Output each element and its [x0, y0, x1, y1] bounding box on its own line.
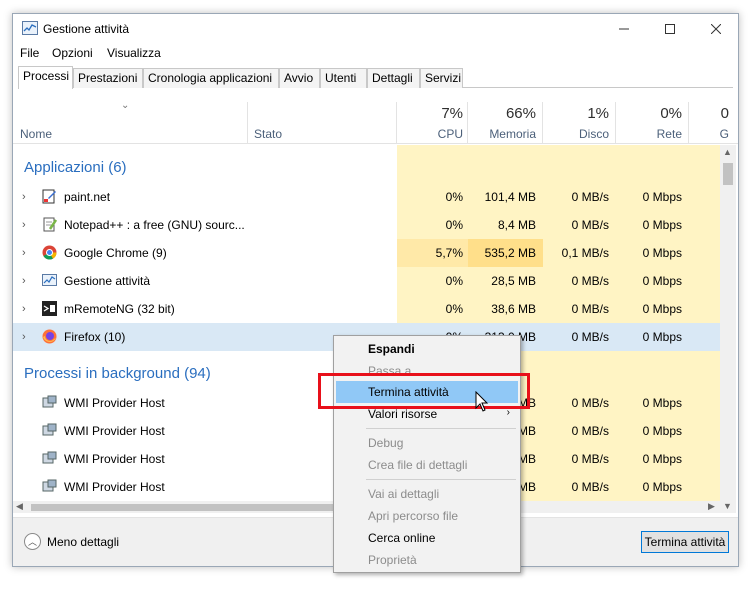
gpu-percent[interactable]: 0	[689, 105, 729, 122]
expand-chevron-icon[interactable]: ›	[22, 303, 26, 315]
wmi-host-icon	[42, 479, 57, 494]
scroll-right-icon[interactable]: ▶	[708, 501, 715, 512]
group-background: Processi in background (94)	[24, 365, 211, 382]
wmi-host-icon	[42, 423, 57, 438]
mouse-cursor-icon	[475, 391, 489, 412]
table-row[interactable]: › Gestione attività 0% 28,5 MB 0 MB/s 0 …	[13, 267, 720, 295]
paintnet-icon	[42, 189, 57, 204]
menu-go-to-details: Vai ai dettagli	[368, 487, 440, 501]
menu-options[interactable]: Opzioni	[52, 46, 93, 60]
menu-view[interactable]: Visualizza	[107, 46, 161, 60]
window-title: Gestione attività	[43, 22, 130, 36]
tab-startup[interactable]: Avvio	[279, 68, 320, 88]
horizontal-scroll-thumb[interactable]	[31, 504, 347, 511]
tab-details[interactable]: Dettagli	[367, 68, 420, 88]
col-disk[interactable]: Disco	[543, 127, 609, 141]
mremoteng-icon	[42, 301, 57, 316]
maximize-button[interactable]	[647, 14, 693, 44]
tab-processes[interactable]: Processi	[18, 66, 73, 89]
chrome-icon	[42, 245, 57, 260]
minimize-icon	[619, 28, 629, 30]
col-cpu[interactable]: CPU	[397, 127, 463, 141]
memory-percent[interactable]: 66%	[468, 105, 536, 122]
menu-file[interactable]: File	[20, 46, 39, 60]
wmi-host-icon	[42, 395, 57, 410]
menu-open-file-location: Apri percorso file	[368, 509, 459, 523]
menu-expand[interactable]: Espandi	[336, 338, 518, 360]
col-gpu[interactable]: G	[689, 127, 729, 141]
column-header: ⌄ Nome Stato 7% CPU 66% Memoria 1% Disco…	[13, 100, 738, 144]
disk-percent[interactable]: 1%	[543, 105, 609, 122]
maximize-icon	[665, 24, 675, 34]
context-menu: Espandi Passa a Termina attività Valori …	[333, 335, 521, 573]
menu-properties: Proprietà	[368, 553, 417, 567]
menu-debug: Debug	[368, 436, 404, 450]
close-icon	[711, 24, 721, 34]
expand-chevron-icon[interactable]: ›	[22, 247, 26, 259]
col-memory[interactable]: Memoria	[468, 127, 536, 141]
network-percent[interactable]: 0%	[616, 105, 682, 122]
table-row[interactable]: › paint.net 0% 101,4 MB 0 MB/s 0 Mbps	[13, 183, 720, 211]
close-button[interactable]	[693, 14, 739, 44]
expand-chevron-icon[interactable]: ›	[22, 191, 26, 203]
wmi-host-icon	[42, 451, 57, 466]
fewer-details-link[interactable]: Meno dettagli	[47, 535, 119, 549]
col-name[interactable]: Nome	[20, 127, 52, 141]
group-apps: Applicazioni (6)	[24, 159, 127, 176]
expand-chevron-icon[interactable]: ›	[22, 219, 26, 231]
tab-app-history[interactable]: Cronologia applicazioni	[143, 68, 279, 88]
vertical-scroll-thumb[interactable]	[723, 163, 733, 185]
highlight-callout	[318, 373, 530, 409]
table-row[interactable]: › Google Chrome (9) 5,7% 535,2 MB 0,1 MB…	[13, 239, 720, 267]
minimize-button[interactable]	[601, 14, 647, 44]
col-status[interactable]: Stato	[254, 127, 282, 141]
tab-users[interactable]: Utenti	[320, 68, 367, 88]
firefox-icon	[42, 329, 57, 344]
end-task-button[interactable]: Termina attività	[641, 531, 729, 553]
title-bar[interactable]: Gestione attività	[13, 14, 738, 44]
cpu-percent[interactable]: 7%	[397, 105, 463, 122]
menu-create-dump: Crea file di dettagli	[368, 458, 468, 472]
tab-services[interactable]: Servizi	[420, 68, 463, 88]
scroll-up-icon[interactable]: ▲	[723, 147, 732, 157]
menu-bar: File Opzioni Visualizza	[13, 44, 738, 64]
vertical-scrollbar[interactable]: ▲ ▼	[720, 145, 736, 513]
tab-bar: Processi Prestazioni Cronologia applicaz…	[18, 66, 733, 89]
sort-chevron-icon[interactable]: ⌄	[121, 100, 129, 111]
table-row[interactable]: › Notepad++ : a free (GNU) sourc... 0% 8…	[13, 211, 720, 239]
scroll-down-icon[interactable]: ▼	[723, 501, 732, 511]
expand-chevron-icon[interactable]: ›	[22, 331, 26, 343]
task-manager-icon	[22, 21, 38, 35]
collapse-chevron-icon[interactable]: ︿	[24, 533, 41, 550]
expand-chevron-icon[interactable]: ›	[22, 275, 26, 287]
menu-search-online[interactable]: Cerca online	[336, 527, 518, 549]
taskmanager-icon	[42, 273, 57, 288]
table-row[interactable]: › mRemoteNG (32 bit) 0% 38,6 MB 0 MB/s 0…	[13, 295, 720, 323]
notepadpp-icon	[42, 217, 58, 232]
col-network[interactable]: Rete	[616, 127, 682, 141]
tab-performance[interactable]: Prestazioni	[73, 68, 143, 88]
scroll-left-icon[interactable]: ◀	[16, 501, 23, 512]
